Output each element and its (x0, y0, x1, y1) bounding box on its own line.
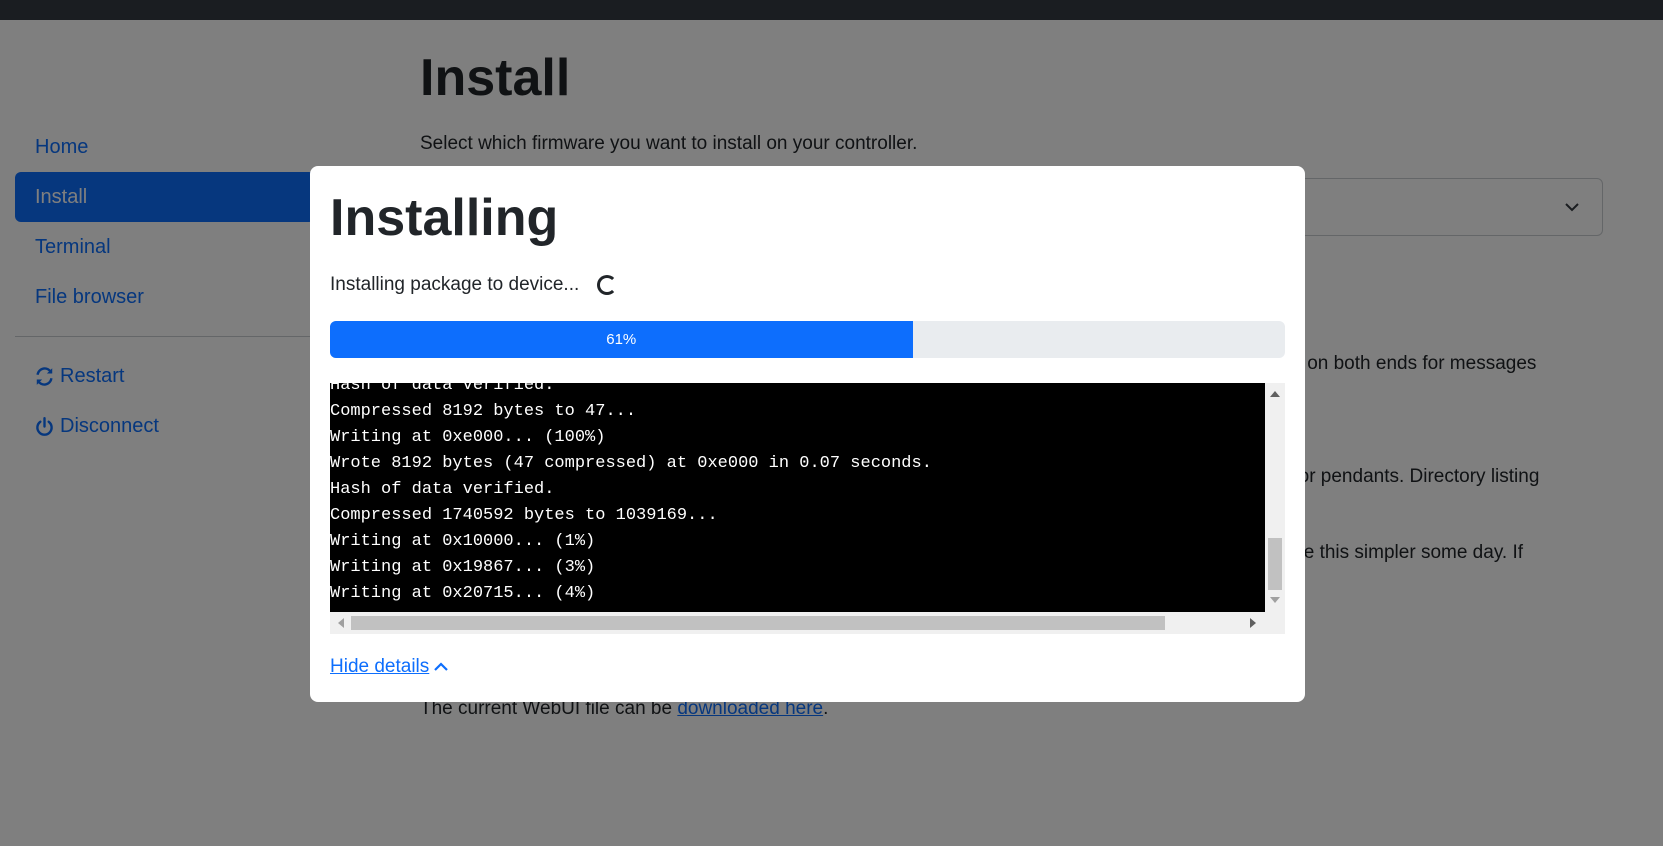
status-text: Installing package to device... (330, 274, 580, 295)
install-dialog: Installing Installing package to device.… (310, 166, 1305, 702)
console-line: Writing at 0x10000... (1%) (330, 532, 596, 551)
scroll-left-icon[interactable] (338, 618, 344, 628)
console-line: Writing at 0x20715... (4%) (330, 584, 596, 603)
hide-details-label: Hide details (330, 656, 430, 677)
console-line: Hash of data verified. (330, 383, 555, 395)
console-line: Compressed 8192 bytes to 47... (330, 402, 637, 421)
progress-label: 61% (606, 331, 637, 348)
progress-fill: 61% (330, 321, 913, 358)
spinner-icon (597, 275, 618, 295)
hide-details-link[interactable]: Hide details (330, 656, 449, 678)
scroll-right-icon[interactable] (1250, 618, 1256, 628)
scrollbar-thumb[interactable] (351, 616, 1165, 630)
scrollbar-thumb[interactable] (1268, 538, 1282, 590)
scroll-up-icon[interactable] (1270, 391, 1280, 397)
chevron-up-icon (434, 662, 449, 671)
install-status: Installing package to device... (330, 274, 618, 296)
top-bar (0, 0, 1663, 20)
console-line: Writing at 0xe000... (100%) (330, 428, 606, 447)
progress-bar: 61% (330, 321, 1285, 358)
console-line: Compressed 1740592 bytes to 1039169... (330, 506, 718, 525)
scroll-down-icon[interactable] (1270, 597, 1280, 603)
vertical-scrollbar[interactable] (1265, 383, 1285, 612)
console-log[interactable]: Hash of data verified. Compressed 8192 by… (330, 383, 1285, 634)
horizontal-scrollbar[interactable] (330, 612, 1265, 634)
console-line: Wrote 8192 bytes (47 compressed) at 0xe0… (330, 454, 932, 473)
dialog-title: Installing (330, 189, 559, 247)
console-line: Hash of data verified. (330, 480, 555, 499)
console-output: Hash of data verified. Compressed 8192 by… (330, 383, 1265, 612)
console-line: Writing at 0x19867... (3%) (330, 558, 596, 577)
